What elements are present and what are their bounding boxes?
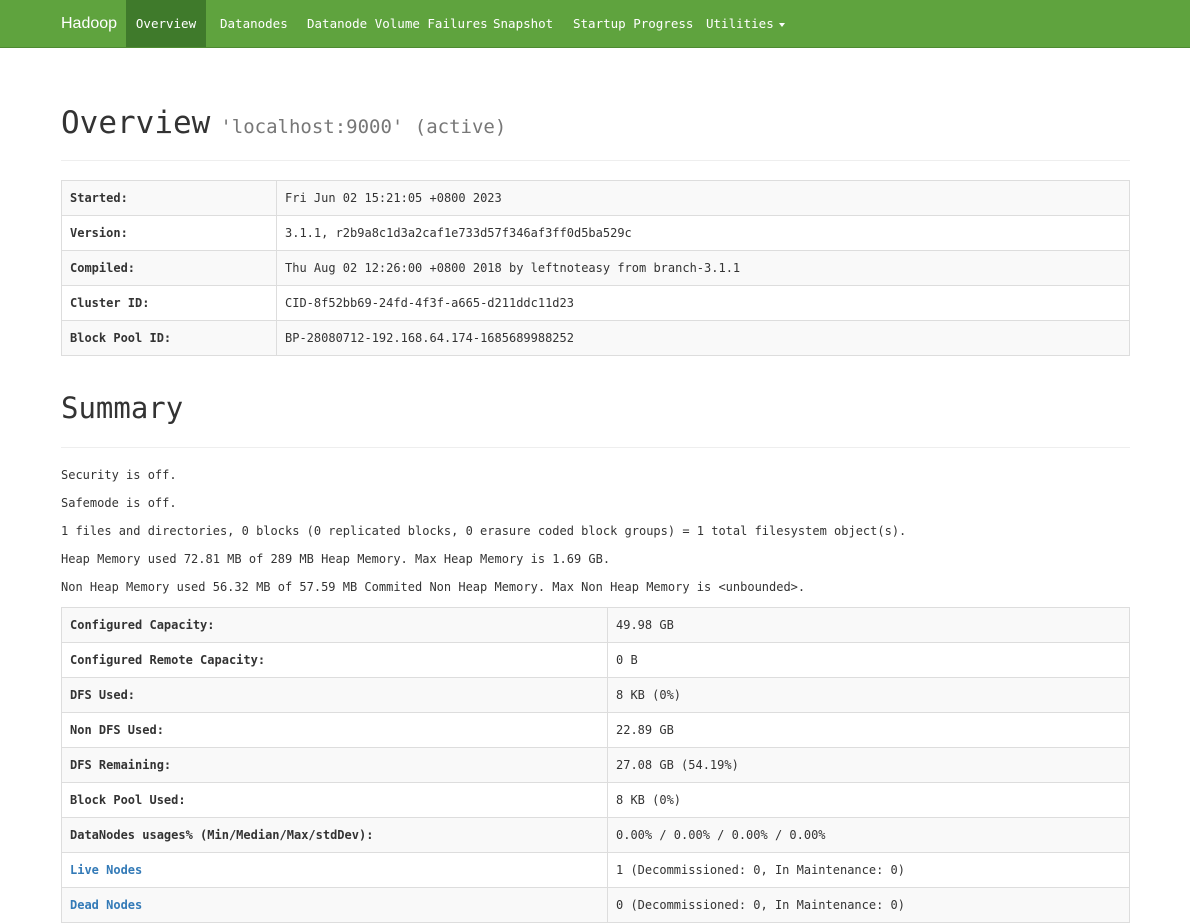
row-label: Started: (61, 180, 277, 216)
row-label: Non DFS Used: (61, 712, 608, 748)
nav-datanodes[interactable]: Datanodes (220, 0, 288, 47)
table-row: Started: Fri Jun 02 15:21:05 +0800 2023 (61, 180, 1130, 216)
row-label: DFS Used: (61, 677, 608, 713)
row-value: 0 (Decommissioned: 0, In Maintenance: 0) (607, 887, 1130, 923)
row-label: DFS Remaining: (61, 747, 608, 783)
safemode-status: Safemode is off. (61, 496, 177, 510)
summary-table: Configured Capacity: 49.98 GB Configured… (61, 607, 1130, 923)
row-value: 0 B (607, 642, 1130, 678)
top-navbar: Hadoop Overview Datanodes Datanode Volum… (0, 0, 1190, 48)
non-heap-memory: Non Heap Memory used 56.32 MB of 57.59 M… (61, 580, 806, 594)
row-label: Block Pool Used: (61, 782, 608, 818)
row-label: Configured Capacity: (61, 607, 608, 643)
page-title: Overview 'localhost:9000' (active) (61, 105, 506, 141)
brand-logo[interactable]: Hadoop (61, 0, 117, 47)
row-label: Version: (61, 215, 277, 251)
table-row: Compiled: Thu Aug 02 12:26:00 +0800 2018… (61, 250, 1130, 286)
table-row: Non DFS Used: 22.89 GB (61, 712, 1130, 748)
row-value: 27.08 GB (54.19%) (607, 747, 1130, 783)
table-row: DataNodes usages% (Min/Median/Max/stdDev… (61, 817, 1130, 853)
row-value: Thu Aug 02 12:26:00 +0800 2018 by leftno… (276, 250, 1130, 286)
row-value: 49.98 GB (607, 607, 1130, 643)
nav-utilities-dropdown[interactable]: Utilities (706, 0, 785, 47)
heap-memory: Heap Memory used 72.81 MB of 289 MB Heap… (61, 552, 611, 566)
nav-datanode-volume-failures[interactable]: Datanode Volume Failures (307, 0, 488, 47)
table-row: Block Pool ID: BP-28080712-192.168.64.17… (61, 320, 1130, 356)
namenode-address: 'localhost:9000' (active) (220, 116, 507, 138)
chevron-down-icon (778, 22, 785, 27)
overview-title: Overview (61, 105, 211, 141)
table-row: Configured Capacity: 49.98 GB (61, 607, 1130, 643)
table-row: Cluster ID: CID-8f52bb69-24fd-4f3f-a665-… (61, 285, 1130, 321)
row-label: Configured Remote Capacity: (61, 642, 608, 678)
nav-startup-progress[interactable]: Startup Progress (573, 0, 693, 47)
table-row: Dead Nodes 0 (Decommissioned: 0, In Main… (61, 887, 1130, 923)
row-value: 8 KB (0%) (607, 782, 1130, 818)
row-label: Compiled: (61, 250, 277, 286)
row-value: 1 (Decommissioned: 0, In Maintenance: 0) (607, 852, 1130, 888)
security-status: Security is off. (61, 468, 177, 482)
row-label: Block Pool ID: (61, 320, 277, 356)
dead-nodes-link[interactable]: Dead Nodes (70, 898, 142, 912)
table-row: Block Pool Used: 8 KB (0%) (61, 782, 1130, 818)
row-value: CID-8f52bb69-24fd-4f3f-a665-d211ddc11d23 (276, 285, 1130, 321)
overview-table: Started: Fri Jun 02 15:21:05 +0800 2023 … (61, 180, 1130, 356)
live-nodes-link[interactable]: Live Nodes (70, 863, 142, 877)
nav-overview[interactable]: Overview (126, 0, 206, 47)
row-label: Cluster ID: (61, 285, 277, 321)
summary-header: Summary (61, 388, 1130, 448)
summary-title: Summary (61, 391, 184, 425)
table-row: Version: 3.1.1, r2b9a8c1d3a2caf1e733d57f… (61, 215, 1130, 251)
row-value: 22.89 GB (607, 712, 1130, 748)
row-value: 3.1.1, r2b9a8c1d3a2caf1e733d57f346af3ff0… (276, 215, 1130, 251)
filesystem-objects: 1 files and directories, 0 blocks (0 rep… (61, 524, 907, 538)
nav-utilities-label: Utilities (706, 16, 774, 31)
row-value: Fri Jun 02 15:21:05 +0800 2023 (276, 180, 1130, 216)
row-label: DataNodes usages% (Min/Median/Max/stdDev… (61, 817, 608, 853)
row-value: 0.00% / 0.00% / 0.00% / 0.00% (607, 817, 1130, 853)
table-row: DFS Remaining: 27.08 GB (54.19%) (61, 747, 1130, 783)
table-row: Live Nodes 1 (Decommissioned: 0, In Main… (61, 852, 1130, 888)
overview-header: Overview 'localhost:9000' (active) (61, 100, 1130, 161)
row-value: BP-28080712-192.168.64.174-1685689988252 (276, 320, 1130, 356)
nav-snapshot[interactable]: Snapshot (493, 0, 553, 47)
table-row: Configured Remote Capacity: 0 B (61, 642, 1130, 678)
table-row: DFS Used: 8 KB (0%) (61, 677, 1130, 713)
row-value: 8 KB (0%) (607, 677, 1130, 713)
